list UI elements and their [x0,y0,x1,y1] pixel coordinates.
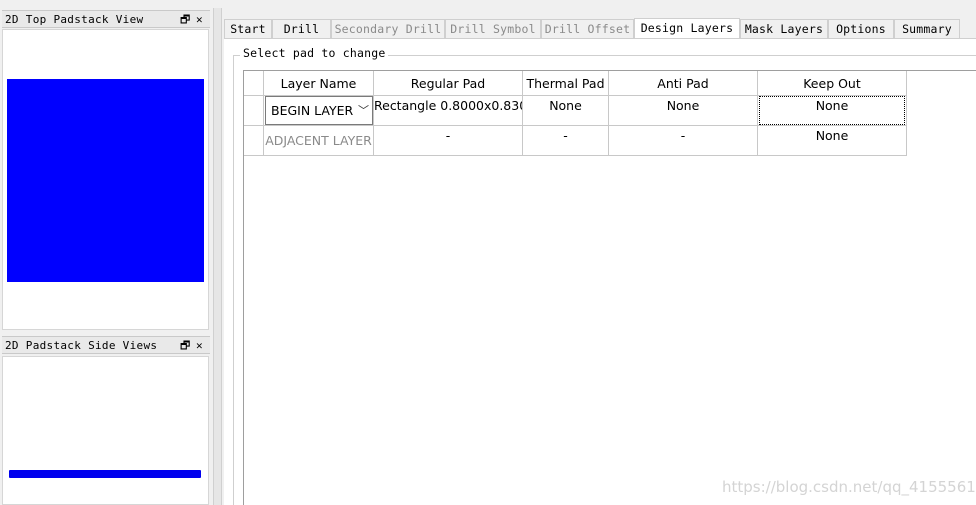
restore-icon[interactable]: 🗗 [180,337,191,355]
thermal-pad-cell[interactable]: None [523,96,609,126]
column-header-keep-out[interactable]: Keep Out [758,71,907,96]
groupbox-label: Select pad to change [240,46,389,60]
chevron-down-icon[interactable]: ﹀ [358,97,369,124]
tab-design-layers[interactable]: Design Layers [634,18,740,39]
close-icon[interactable]: ✕ [196,337,203,355]
column-header-regular-pad[interactable]: Regular Pad [374,71,523,96]
panel-splitter[interactable] [213,8,222,505]
watermark: https://blog.csdn.net/qq_41555610 [722,478,976,496]
layer-name-value: BEGIN LAYER [271,103,354,118]
tab-drill-symbol[interactable]: Drill Symbol [445,19,541,38]
side-view-title-bar: 2D Padstack Side Views 🗗 ✕ [2,336,210,354]
tab-secondary-drill[interactable]: Secondary Drill [331,19,445,38]
row-header[interactable] [244,96,264,126]
tab-bar: Start Drill Secondary Drill Drill Symbol… [224,18,976,39]
keep-out-cell[interactable]: None [758,126,907,156]
tab-drill[interactable]: Drill [272,19,331,38]
tab-summary[interactable]: Summary [894,19,960,38]
top-view-title: 2D Top Padstack View [5,13,144,26]
row-header[interactable] [244,126,264,156]
focused-cell-outline [759,96,905,125]
tab-drill-offset[interactable]: Drill Offset [541,19,634,38]
side-view-canvas [2,356,209,505]
tab-start[interactable]: Start [224,19,272,38]
close-icon[interactable]: ✕ [196,11,203,29]
tab-mask-layers[interactable]: Mask Layers [740,19,828,38]
top-view-pad-shape [7,79,204,282]
anti-pad-cell[interactable]: None [609,96,758,126]
regular-pad-cell[interactable]: - [374,126,523,156]
side-view-pad-shape [9,470,201,478]
thermal-pad-cell[interactable]: - [523,126,609,156]
regular-pad-cell[interactable]: Rectangle 0.8000x0.8300 [374,96,523,126]
side-padstack-view-panel: 2D Padstack Side Views 🗗 ✕ [2,336,210,505]
row-header-corner [244,71,264,96]
tab-options[interactable]: Options [828,19,894,38]
restore-icon[interactable]: 🗗 [180,11,191,29]
top-view-title-bar: 2D Top Padstack View 🗗 ✕ [2,10,210,28]
column-header-anti-pad[interactable]: Anti Pad [609,71,758,96]
column-header-layer-name[interactable]: Layer Name [264,71,374,96]
layer-cell[interactable]: ADJACENT LAYER [264,126,374,156]
column-header-thermal-pad[interactable]: Thermal Pad [523,71,609,96]
layer-name-dropdown[interactable]: BEGIN LAYER ﹀ [265,96,373,125]
anti-pad-cell[interactable]: - [609,126,758,156]
side-view-title: 2D Padstack Side Views [5,339,158,352]
